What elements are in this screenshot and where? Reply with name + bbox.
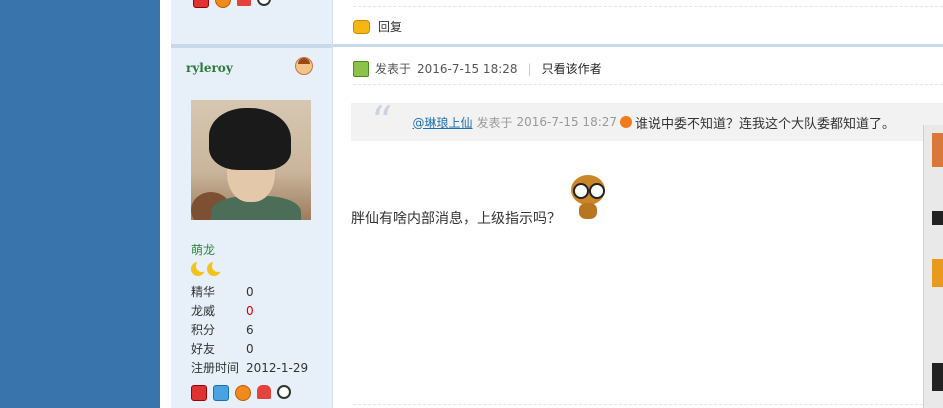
meta-divider: | <box>527 61 532 76</box>
stat-value: 2012-1-29 <box>246 361 309 375</box>
stat-row: 龙威 0 <box>191 302 308 321</box>
medal-orange-icon[interactable] <box>215 0 231 8</box>
user-medals <box>191 385 291 401</box>
stat-label: 龙威 <box>191 304 216 318</box>
emoticon-body <box>579 203 597 219</box>
emoticon-eye <box>573 183 589 199</box>
reply-action[interactable]: 回复 <box>353 18 402 35</box>
stat-row: 积分 6 <box>191 321 308 340</box>
post-separator <box>333 44 943 47</box>
posted-label: 发表于 <box>375 62 412 76</box>
post-content: 回复 发表于 2016-7-15 18:28 | 只看该作者 “ @琳琅上仙 发… <box>333 0 943 408</box>
stat-value[interactable]: 6 <box>246 321 254 340</box>
quote-mark-icon: “ <box>371 97 393 146</box>
quote-posted-label: 发表于 <box>476 115 513 130</box>
reply-bubble-icon <box>353 19 370 34</box>
user-sidebar: ryleroy 萌龙 精华 0 龙威 0 积分 6 好友 0 注册时间 2012… <box>171 0 333 408</box>
avatar-hair <box>209 108 291 170</box>
medal-heart-icon[interactable] <box>257 385 271 399</box>
moon-icon <box>191 260 208 276</box>
side-panel-item[interactable] <box>932 211 943 225</box>
side-panel-item[interactable] <box>932 133 943 167</box>
floating-side-panel[interactable] <box>923 125 943 408</box>
quote-mention-link[interactable]: @琳琅上仙 <box>412 114 472 131</box>
previous-user-badges <box>193 0 271 8</box>
online-status-icon <box>353 60 369 77</box>
emoticon-eye <box>589 183 605 199</box>
stat-label: 精华 <box>191 285 216 299</box>
medal-blue-icon[interactable] <box>213 385 229 401</box>
quote-block: “ @琳琅上仙 发表于 2016-7-15 18:27 谁说中委不知道？连我这个… <box>351 97 943 146</box>
medal-eye-icon[interactable] <box>277 385 291 399</box>
divider <box>353 404 943 405</box>
reply-link[interactable]: 回复 <box>378 18 402 35</box>
medal-red-icon[interactable] <box>193 0 209 8</box>
rank-moons <box>191 260 224 276</box>
medal-orange-icon[interactable] <box>235 385 251 401</box>
stat-value[interactable]: 0 <box>246 283 254 302</box>
medal-red-icon[interactable] <box>191 385 207 401</box>
side-panel-item[interactable] <box>932 259 943 287</box>
user-stats: 精华 0 龙威 0 积分 6 好友 0 注册时间 2012-1-29 <box>191 283 308 378</box>
side-panel-item[interactable] <box>932 363 943 391</box>
stat-row: 注册时间 2012-1-29 <box>191 359 308 378</box>
stat-value[interactable]: 0 <box>246 302 254 321</box>
post-body: 胖仙有啥内部消息，上级指示吗？ <box>351 211 561 227</box>
left-background-band <box>0 0 160 408</box>
post-separator <box>171 44 332 48</box>
stat-row: 精华 0 <box>191 283 308 302</box>
stat-label: 注册时间 <box>191 361 240 375</box>
quote-text: 谁说中委不知道？连我这个大队委都知道了。 <box>635 116 896 132</box>
gutter <box>160 0 171 408</box>
monkey-emoticon-icon <box>563 175 611 223</box>
divider <box>353 84 943 85</box>
divider <box>353 6 943 7</box>
stat-label: 好友 <box>191 342 216 356</box>
stat-row: 好友 0 <box>191 340 308 359</box>
quote-posted-time: 2016-7-15 18:27 <box>516 115 618 129</box>
user-rank[interactable]: 萌龙 <box>191 241 215 258</box>
username-link[interactable]: ryleroy <box>186 61 233 75</box>
jump-to-post-icon[interactable] <box>620 116 633 128</box>
medal-heart-icon[interactable] <box>237 0 251 6</box>
medal-eye-icon[interactable] <box>257 0 271 6</box>
moon-icon <box>207 260 224 276</box>
stat-label: 积分 <box>191 323 216 337</box>
posted-time: 2016-7-15 18:28 <box>417 61 518 76</box>
stat-value[interactable]: 0 <box>246 340 254 359</box>
post-meta: 发表于 2016-7-15 18:28 | 只看该作者 <box>353 60 602 77</box>
only-author-link[interactable]: 只看该作者 <box>542 60 602 77</box>
user-avatar-mini-icon[interactable] <box>295 57 313 75</box>
avatar[interactable] <box>191 100 311 220</box>
